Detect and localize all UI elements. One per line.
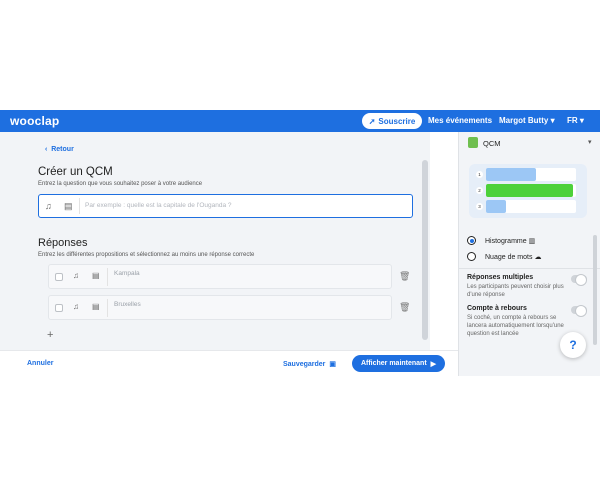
answer-row-1: ♫ ▤ Kampala (48, 264, 392, 289)
answer-input[interactable]: Bruxelles (114, 301, 141, 308)
countdown-title: Compte à rebours (467, 305, 527, 312)
multiple-answers-desc: Les participants peuvent choisir plus d'… (467, 284, 564, 298)
chevron-down-icon: ▾ (579, 116, 584, 125)
rocket-icon: ➚ (368, 116, 376, 126)
question-input[interactable]: ♫ ▤ Par exemple : quelle est la capitale… (38, 194, 413, 218)
wooclap-logo[interactable]: wooclap (10, 114, 59, 128)
cancel-button[interactable]: Annuler (27, 360, 53, 367)
question-type-label: QCM (483, 139, 501, 148)
chevron-down-icon: ▾ (550, 116, 555, 125)
my-events-link[interactable]: Mes événements (428, 116, 492, 125)
question-placeholder: Par exemple : quelle est la capitale de … (85, 202, 232, 209)
divider (79, 198, 80, 214)
add-answer-button[interactable]: + (47, 329, 53, 341)
answers-help-text: Entrez les différentes propositions et s… (38, 252, 255, 258)
divider (459, 268, 600, 269)
histogram-radio[interactable] (467, 236, 476, 245)
music-note-icon[interactable]: ♫ (45, 201, 52, 211)
word-cloud-label: Nuage de mots ☁ (485, 254, 542, 261)
multiple-answers-title: Réponses multiples (467, 274, 534, 281)
user-name: Margot Butty (499, 116, 549, 125)
preview-bar (486, 168, 536, 181)
image-file-icon[interactable]: ▤ (92, 271, 100, 280)
footer-bar: Annuler Sauvegarder ▣ Afficher maintenan… (0, 350, 458, 376)
countdown-desc: Si coché, un compte à rebours se lancera… (467, 315, 564, 337)
correct-answer-checkbox[interactable] (55, 273, 63, 281)
trash-icon[interactable]: 🗑 (399, 302, 410, 313)
help-label: ? (569, 338, 577, 352)
preview-row-number: 3 (476, 203, 483, 210)
divider (107, 268, 108, 286)
countdown-toggle[interactable] (571, 305, 587, 317)
subscribe-label: Souscrire (378, 116, 416, 126)
help-button[interactable]: ? (560, 332, 586, 358)
preview-bar (486, 184, 574, 197)
panel-scrollbar[interactable] (593, 235, 597, 345)
multiple-answers-toggle[interactable] (571, 274, 587, 286)
subscribe-button[interactable]: ➚ Souscrire (362, 113, 422, 129)
answer-row-2: ♫ ▤ Bruxelles (48, 295, 392, 320)
answer-input[interactable]: Kampala (114, 270, 140, 277)
editor-scrollbar[interactable] (422, 160, 428, 340)
histogram-preview: 1 2 3 (469, 164, 587, 218)
preview-row-number: 1 (476, 171, 483, 178)
app-window: wooclap ➚ Souscrire Mes événements Margo… (0, 110, 600, 376)
back-label: Retour (51, 146, 74, 153)
music-note-icon[interactable]: ♫ (73, 302, 79, 311)
show-now-button[interactable]: Afficher maintenant ▶ (352, 355, 445, 372)
play-icon: ▶ (430, 360, 437, 368)
show-now-label: Afficher maintenant (360, 360, 427, 367)
cloud-icon: ☁ (534, 254, 542, 261)
word-cloud-radio[interactable] (467, 252, 476, 261)
correct-answer-checkbox[interactable] (55, 304, 63, 312)
histogram-label: Histogramme ▥ (485, 238, 536, 245)
question-help-text: Entrez la question que vous souhaitez po… (38, 181, 203, 187)
preview-row-number: 2 (476, 187, 483, 194)
divider (107, 299, 108, 317)
music-note-icon[interactable]: ♫ (73, 271, 79, 280)
page-title: Créer un QCM (38, 166, 113, 178)
user-menu[interactable]: Margot Butty ▾ (499, 116, 555, 125)
floppy-disk-icon: ▣ (329, 361, 337, 368)
chevron-down-icon[interactable]: ▾ (588, 138, 592, 146)
save-button[interactable]: Sauvegarder ▣ (283, 360, 337, 369)
chevron-left-icon: ‹ (45, 146, 48, 153)
answers-title: Réponses (38, 237, 88, 249)
language-menu[interactable]: FR ▾ (567, 116, 584, 125)
bar-chart-icon: ▥ (528, 238, 536, 245)
save-label: Sauvegarder (283, 360, 326, 368)
image-file-icon[interactable]: ▤ (92, 302, 100, 311)
trash-icon[interactable]: 🗑 (399, 271, 410, 282)
top-bar: wooclap ➚ Souscrire Mes événements Margo… (0, 110, 600, 132)
qcm-type-icon (468, 137, 478, 148)
back-link[interactable]: ‹ Retour (45, 146, 74, 153)
preview-bar (486, 200, 506, 213)
language-label: FR (567, 116, 578, 125)
image-file-icon[interactable]: ▤ (64, 201, 73, 212)
